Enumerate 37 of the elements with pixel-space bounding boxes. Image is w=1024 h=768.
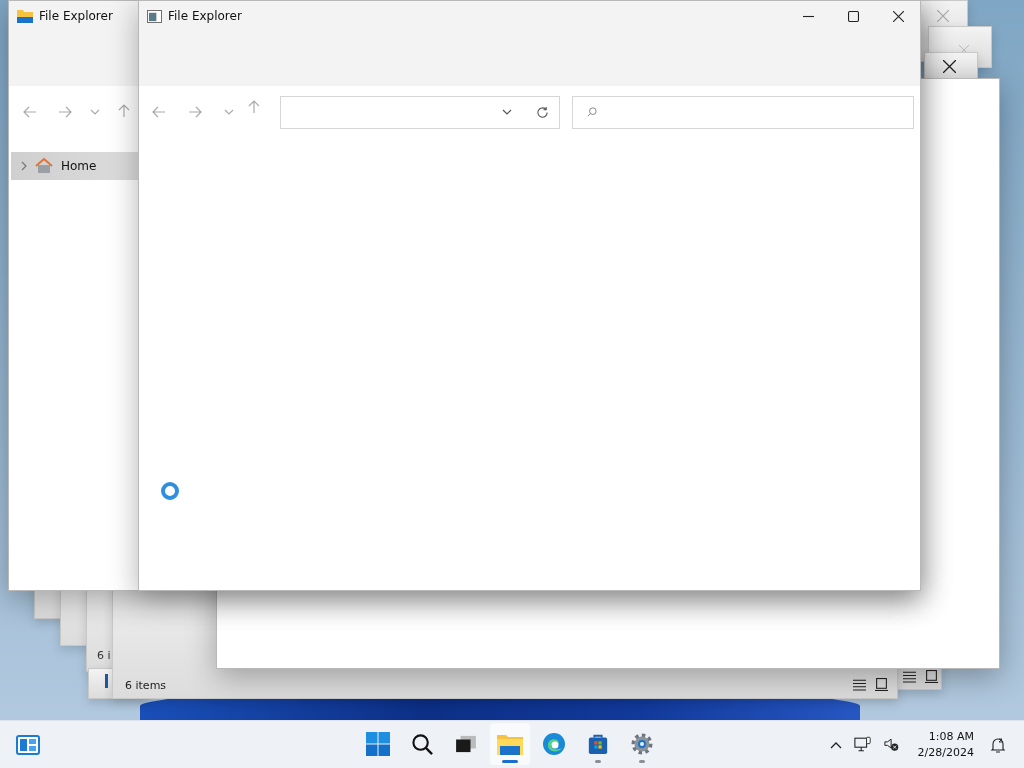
settings-icon[interactable] (630, 732, 654, 756)
scrollbar-thumb (105, 674, 108, 688)
refresh-icon[interactable] (536, 105, 549, 119)
window-title: File Explorer (168, 9, 242, 23)
clock[interactable]: 1:08 AM 2/28/2024 (917, 728, 974, 761)
search-icon[interactable] (410, 732, 434, 756)
widgets-icon[interactable] (16, 734, 40, 755)
search-icon (587, 107, 597, 117)
folder-icon (17, 9, 33, 23)
date-text: 2/28/2024 (917, 744, 974, 761)
up-arrow-icon[interactable] (118, 104, 130, 118)
status-text: 6 items (125, 679, 167, 692)
network-icon[interactable] (853, 736, 872, 753)
details-view-icon[interactable] (903, 670, 916, 683)
window-title: File Explorer (39, 9, 113, 23)
window-icon (147, 9, 162, 23)
search-field[interactable] (572, 95, 914, 129)
task-view-icon[interactable] (455, 735, 477, 753)
chevron-right-icon[interactable] (21, 161, 27, 171)
chevron-down-icon[interactable] (502, 109, 512, 115)
details-view-icon[interactable] (853, 678, 866, 691)
close-icon[interactable] (893, 10, 904, 22)
close-icon[interactable] (943, 60, 956, 73)
tiles-view-icon[interactable] (925, 670, 938, 683)
volume-muted-icon[interactable] (883, 737, 900, 752)
notification-bell-icon[interactable] (990, 736, 1006, 753)
time-text: 1:08 AM (928, 728, 974, 745)
windows-logo-icon[interactable] (366, 732, 390, 756)
tiles-view-icon[interactable] (875, 678, 888, 691)
folder-icon[interactable] (497, 733, 523, 755)
chevron-up-icon[interactable] (829, 740, 842, 749)
status-text: 6 i (97, 649, 111, 662)
home-icon (35, 158, 53, 174)
sidebar-item[interactable]: Home (11, 152, 138, 180)
browser-icon[interactable] (542, 732, 566, 756)
store-bag-icon[interactable] (587, 733, 609, 755)
maximize-icon[interactable] (848, 10, 859, 22)
